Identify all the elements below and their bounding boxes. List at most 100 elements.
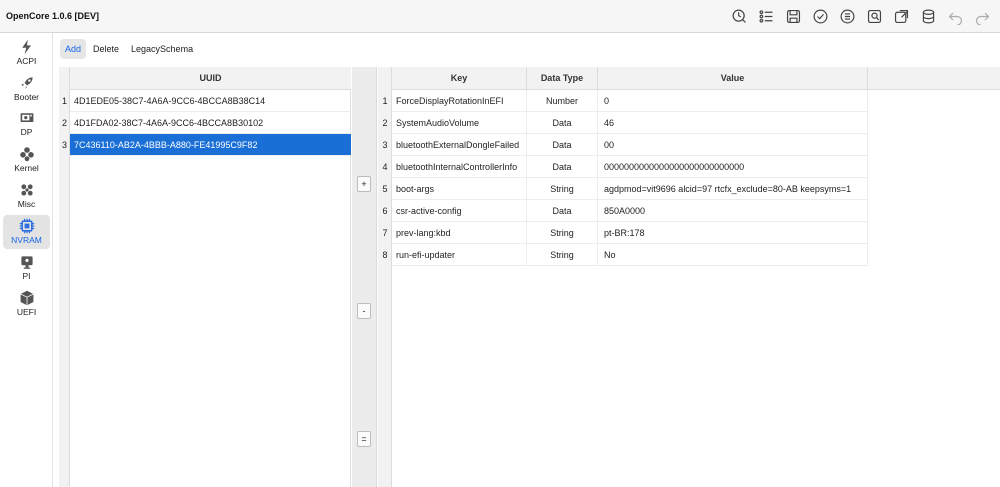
sidebar-item-dp[interactable]: DP [3, 107, 50, 141]
image-search-icon[interactable] [865, 7, 884, 26]
value-cell[interactable]: agdpmod=vit9696 alcid=97 rtcfx_exclude=8… [598, 178, 868, 200]
key-cell[interactable]: prev-lang:kbd [392, 222, 527, 244]
row-number: 3 [382, 140, 388, 150]
row-number: 7 [382, 228, 388, 238]
equal-button[interactable]: = [357, 431, 371, 447]
history-icon[interactable] [730, 7, 749, 26]
lightning-icon [18, 38, 36, 56]
type-header[interactable]: Data Type [527, 67, 598, 90]
tab-add[interactable]: Add [60, 39, 87, 59]
value-cell[interactable]: 00 [598, 134, 868, 156]
table-row[interactable]: 1 4D1EDE05-38C7-4A6A-9CC6-4BCCA8B38C14 [59, 90, 351, 112]
cube-icon [18, 289, 36, 307]
value-cell[interactable]: 0 [598, 90, 868, 112]
key-cell[interactable]: csr-active-config [392, 200, 527, 222]
title-bar: OpenCore 1.0.6 [DEV] [0, 0, 1000, 33]
toolbar [730, 6, 992, 26]
uuid-cell[interactable]: 7C436110-AB2A-4BBB-A880-FE41995C9F82 [70, 134, 351, 156]
tab-legacy-schema[interactable]: LegacySchema [126, 39, 198, 59]
value-cell[interactable]: pt-BR:178 [598, 222, 868, 244]
key-header[interactable]: Key [392, 67, 527, 90]
chip-icon [18, 217, 36, 235]
database-icon[interactable] [919, 7, 938, 26]
add-row-button[interactable]: + [357, 176, 371, 192]
sidebar-item-label: Kernel [14, 163, 39, 173]
type-cell[interactable]: Data [527, 112, 598, 134]
platform-icon [18, 253, 36, 271]
type-cell[interactable]: String [527, 222, 598, 244]
device-icon [18, 109, 36, 127]
sidebar-item-nvram[interactable]: NVRAM [3, 215, 50, 249]
sidebar-item-label: PI [22, 271, 31, 281]
type-cell[interactable]: String [527, 244, 598, 266]
table-row[interactable]: 2 4D1FDA02-38C7-4A6A-9CC6-4BCCA8B30102 [59, 112, 351, 134]
kv-table: Key Data Type Value 1 ForceDisplayRotati… [378, 67, 1000, 487]
subtab-bar: Add Delete LegacySchema [60, 39, 198, 59]
table-row[interactable]: 2 SystemAudioVolume Data 46 [378, 112, 868, 134]
uuid-header[interactable]: UUID [70, 67, 351, 90]
type-cell[interactable]: String [527, 178, 598, 200]
table-row[interactable]: 8 run-efi-updater String No [378, 244, 868, 266]
type-cell[interactable]: Data [527, 134, 598, 156]
row-number: 1 [382, 96, 388, 106]
key-cell[interactable]: bluetoothExternalDongleFailed [392, 134, 527, 156]
list-icon[interactable] [757, 7, 776, 26]
row-number: 5 [382, 184, 388, 194]
sidebar-item-label: UEFI [16, 307, 37, 317]
sidebar-item-booter[interactable]: Booter [3, 72, 50, 106]
row-number: 8 [382, 250, 388, 260]
value-cell[interactable]: 46 [598, 112, 868, 134]
sidebar-item-acpi[interactable]: ACPI [3, 36, 50, 70]
misc-icon [18, 181, 36, 199]
type-cell[interactable]: Number [527, 90, 598, 112]
value-header[interactable]: Value [598, 67, 868, 90]
sidebar-item-label: Booter [13, 92, 40, 102]
export-icon[interactable] [892, 7, 911, 26]
table-row[interactable]: 4 bluetoothInternalControllerInfo Data 0… [378, 156, 868, 178]
row-number: 6 [382, 206, 388, 216]
table-row[interactable]: 7 prev-lang:kbd String pt-BR:178 [378, 222, 868, 244]
type-cell[interactable]: Data [527, 156, 598, 178]
sidebar-item-pi[interactable]: PI [3, 251, 50, 285]
key-cell[interactable]: ForceDisplayRotationInEFI [392, 90, 527, 112]
key-cell[interactable]: bluetoothInternalControllerInfo [392, 156, 527, 178]
value-cell[interactable]: 850A0000 [598, 200, 868, 222]
sidebar-item-label: DP [20, 127, 33, 137]
uuid-cell[interactable]: 4D1EDE05-38C7-4A6A-9CC6-4BCCA8B38C14 [70, 90, 351, 112]
tab-delete[interactable]: Delete [88, 39, 124, 59]
table-row[interactable]: 3 bluetoothExternalDongleFailed Data 00 [378, 134, 868, 156]
rocket-icon [18, 74, 36, 92]
list-circle-icon[interactable] [838, 7, 857, 26]
save-icon[interactable] [784, 7, 803, 26]
sidebar-item-label: ACPI [16, 56, 37, 66]
key-cell[interactable]: run-efi-updater [392, 244, 527, 266]
empty-header [868, 67, 1000, 90]
uuid-cell[interactable]: 4D1FDA02-38C7-4A6A-9CC6-4BCCA8B30102 [70, 112, 351, 134]
row-number: 2 [382, 118, 388, 128]
table-row[interactable]: 1 ForceDisplayRotationInEFI Number 0 [378, 90, 868, 112]
undo-icon[interactable] [946, 7, 965, 26]
sidebar: ACPI Booter DP Kernel Misc NVRAM PI UEFI [0, 33, 53, 487]
value-cell[interactable]: 0000000000000000000000000000 [598, 156, 868, 178]
table-row[interactable]: 5 boot-args String agdpmod=vit9696 alcid… [378, 178, 868, 200]
sidebar-item-kernel[interactable]: Kernel [3, 143, 50, 177]
sidebar-item-label: NVRAM [11, 235, 42, 245]
row-number: 4 [382, 162, 388, 172]
action-column: + - = [352, 67, 377, 487]
redo-icon[interactable] [973, 7, 992, 26]
sidebar-item-misc[interactable]: Misc [3, 179, 50, 213]
remove-row-button[interactable]: - [357, 303, 371, 319]
table-row-selected[interactable]: 3 7C436110-AB2A-4BBB-A880-FE41995C9F82 [59, 134, 351, 156]
table-row[interactable]: 6 csr-active-config Data 850A0000 [378, 200, 868, 222]
key-cell[interactable]: SystemAudioVolume [392, 112, 527, 134]
value-cell[interactable]: No [598, 244, 868, 266]
sidebar-item-uefi[interactable]: UEFI [3, 287, 50, 321]
uuid-table: UUID 1 4D1EDE05-38C7-4A6A-9CC6-4BCCA8B38… [59, 67, 351, 487]
sidebar-item-label: Misc [17, 199, 36, 209]
key-cell[interactable]: boot-args [392, 178, 527, 200]
row-number: 3 [61, 140, 67, 150]
type-cell[interactable]: Data [527, 200, 598, 222]
kernel-icon [18, 145, 36, 163]
check-icon[interactable] [811, 7, 830, 26]
row-number: 2 [61, 118, 67, 128]
